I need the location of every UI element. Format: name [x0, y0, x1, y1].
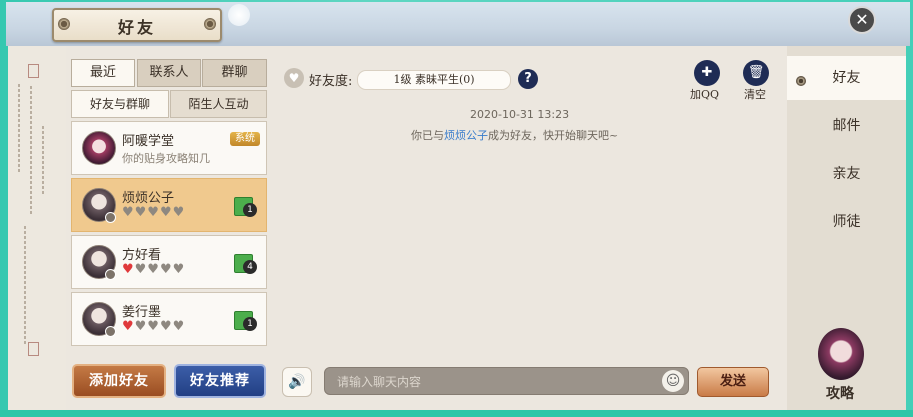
contact-list: 阿暖学堂 你的贴身攻略知几 系统 烦烦公子 ♥♥♥♥♥ 1 方好看 ♥♥♥♥♥ …	[71, 121, 267, 349]
unread-count: 4	[243, 260, 257, 274]
add-qq-label[interactable]: 加QQ	[690, 86, 719, 102]
system-message-prefix: 你已与	[411, 129, 444, 142]
guide-label[interactable]: 攻略	[826, 383, 854, 403]
close-button[interactable]: ✕	[848, 6, 876, 34]
moon-decoration	[228, 4, 250, 26]
message-timestamp: 2020-10-31 13:23	[470, 108, 570, 121]
calligraphy-stroke	[24, 226, 26, 346]
window-title-plaque: 好友	[52, 8, 222, 42]
calligraphy-decoration	[8, 46, 66, 410]
friendship-hearts: ♥♥♥♥♥	[122, 205, 186, 220]
trash-icon[interactable]: 🗑	[743, 60, 769, 86]
seal-stamp-icon	[28, 64, 39, 78]
tab-recent[interactable]: 最近	[71, 59, 135, 87]
active-indicator-icon	[796, 76, 806, 86]
friendship-hearts: ♥♥♥♥♥	[122, 262, 186, 277]
contact-name: 姜行墨	[122, 305, 162, 320]
level-badge-icon	[105, 212, 116, 223]
calligraphy-stroke	[42, 126, 44, 196]
system-message: 你已与烦烦公子成为好友，快开始聊天吧~	[411, 127, 618, 143]
friend-recommend-button[interactable]: 好友推荐	[174, 364, 266, 398]
contact-item[interactable]: 阿暖学堂 你的贴身攻略知几 系统	[71, 121, 267, 175]
send-button[interactable]: 发送	[697, 367, 769, 397]
favor-label: 好友度:	[309, 74, 353, 89]
voice-input-icon[interactable]: 🔊	[282, 367, 312, 397]
contact-name: 烦烦公子	[122, 191, 175, 206]
calligraphy-stroke	[30, 86, 32, 216]
contact-item[interactable]: 烦烦公子 ♥♥♥♥♥ 1	[71, 178, 267, 232]
system-badge: 系统	[230, 132, 260, 146]
level-badge-icon	[105, 269, 116, 280]
heart-icon: ♥	[284, 68, 304, 88]
add-friend-button[interactable]: 添加好友	[72, 364, 166, 398]
favor-level-bar: 1级 素昧平生(0)	[357, 70, 511, 90]
contact-subtitle: 你的贴身攻略知几	[122, 152, 210, 165]
level-badge-icon	[105, 326, 116, 337]
chat-input[interactable]: 请输入聊天内容	[324, 367, 689, 395]
friend-name-link[interactable]: 烦烦公子	[444, 129, 488, 142]
nav-mentorship[interactable]: 师徒	[787, 200, 906, 244]
seal-stamp-icon	[28, 342, 39, 356]
subtab-stranger-interaction[interactable]: 陌生人互动	[170, 90, 267, 118]
nav-relatives[interactable]: 亲友	[787, 152, 906, 196]
avatar	[82, 131, 116, 165]
tab-contacts[interactable]: 联系人	[137, 59, 201, 87]
unread-count: 1	[243, 317, 257, 331]
clear-label[interactable]: 清空	[744, 86, 766, 102]
friendship-hearts: ♥♥♥♥♥	[122, 319, 186, 334]
calligraphy-stroke	[18, 84, 20, 174]
contact-item[interactable]: 姜行墨 ♥♥♥♥♥ 1	[71, 292, 267, 346]
add-qq-icon[interactable]: ✚	[694, 60, 720, 86]
subtab-friends-groups[interactable]: 好友与群聊	[71, 90, 169, 118]
contact-name: 阿暖学堂	[122, 134, 175, 149]
unread-count: 1	[243, 203, 257, 217]
window-title: 好友	[117, 18, 156, 37]
nav-mail[interactable]: 邮件	[787, 104, 906, 148]
bottom-strip	[0, 410, 913, 417]
knot-ornament-icon	[204, 18, 216, 30]
help-button[interactable]: ?	[518, 69, 538, 89]
contact-item[interactable]: 方好看 ♥♥♥♥♥ 4	[71, 235, 267, 289]
emoji-icon[interactable]: ☺	[662, 370, 684, 392]
contact-name: 方好看	[122, 248, 162, 263]
system-message-suffix: 成为好友，快开始聊天吧~	[488, 129, 619, 142]
tab-groups[interactable]: 群聊	[202, 59, 267, 87]
guide-avatar[interactable]	[818, 328, 864, 380]
